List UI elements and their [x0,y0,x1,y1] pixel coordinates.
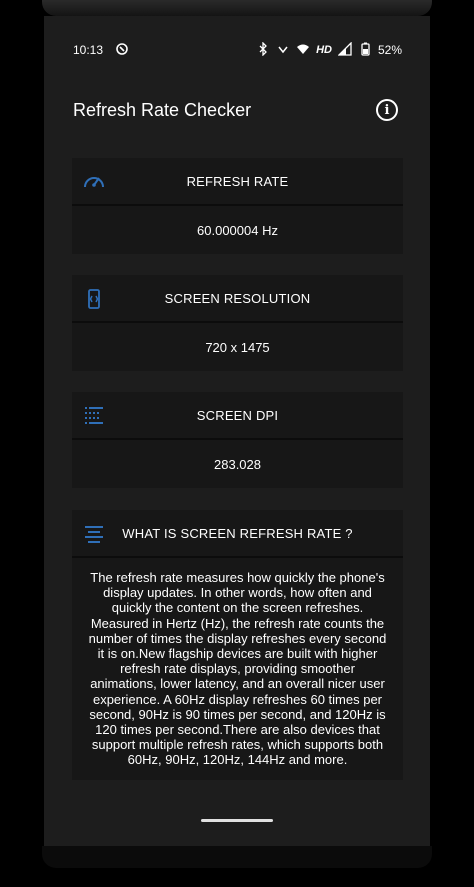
refresh-rate-card: REFRESH RATE 60.000004 Hz [72,158,403,254]
signal-icon [337,41,352,59]
refresh-rate-info-title: WHAT IS SCREEN REFRESH RATE ? [122,525,353,541]
wifi-icon [296,42,310,59]
screen-resolution-card: SCREEN RESOLUTION 720 x 1475 [72,275,403,371]
battery-percent: 52% [377,43,402,57]
screen-dpi-value: 283.028 [72,440,403,488]
refresh-rate-header: REFRESH RATE [72,158,403,206]
phone-bottom-bezel [42,846,432,868]
sync-icon [115,42,129,59]
battery-icon [358,42,372,59]
refresh-rate-description: The refresh rate measures how quickly th… [72,558,403,780]
home-gesture-bar[interactable] [201,819,273,822]
refresh-rate-info-header: WHAT IS SCREEN REFRESH RATE ? [72,510,403,558]
vibrate-icon [276,42,290,59]
screen-resolution-value: 720 x 1475 [72,323,403,371]
screen-resolution-header: SCREEN RESOLUTION [72,275,403,323]
phone-frame: 10:13 HD 52% Refresh Rate Checker i REFR… [0,0,474,887]
text-align-icon [82,522,106,546]
refresh-rate-value: 60.000004 Hz [72,206,403,254]
screen-dpi-card: SCREEN DPI 283.028 [72,392,403,488]
status-time: 10:13 [73,43,104,57]
app-bar: Refresh Rate Checker [0,92,474,128]
status-bar: 10:13 HD 52% [0,36,474,64]
screen-dpi-header: SCREEN DPI [72,392,403,440]
screen-resolution-title: SCREEN RESOLUTION [164,290,311,306]
screen-resolution-icon [82,287,106,311]
network-type-label: HD [316,44,332,56]
phone-top-bezel [42,0,432,16]
speedometer-icon [82,170,106,194]
dpi-grid-icon [82,404,106,428]
app-title: Refresh Rate Checker [73,100,252,120]
screen-dpi-title: SCREEN DPI [196,407,279,423]
info-icon[interactable]: i [376,99,398,121]
refresh-rate-info-card: WHAT IS SCREEN REFRESH RATE ? The refres… [72,510,403,780]
refresh-rate-title: REFRESH RATE [186,173,289,189]
bluetooth-icon [256,41,270,59]
